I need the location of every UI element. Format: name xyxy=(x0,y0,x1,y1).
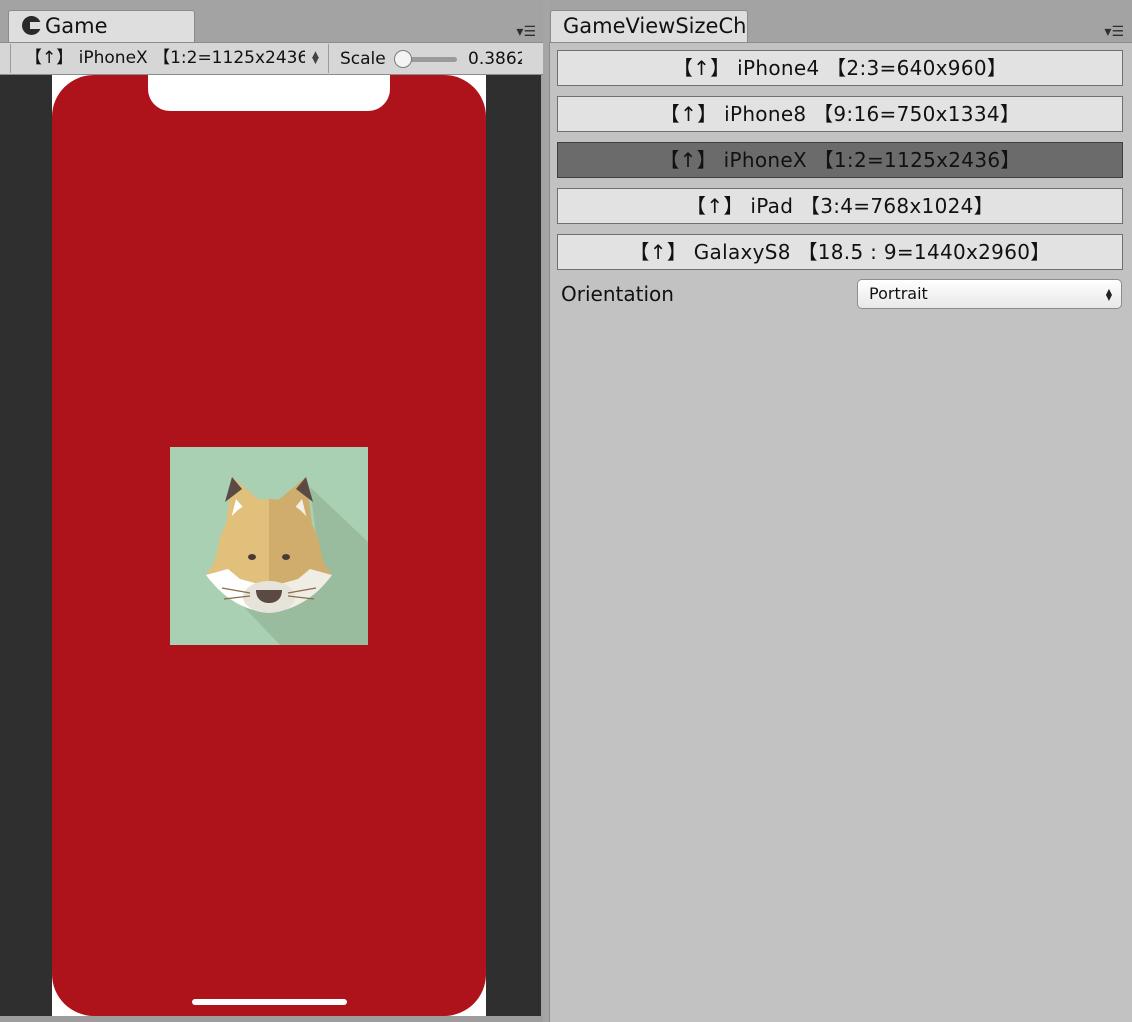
preset-button-iphonex[interactable]: 【↑】 iPhoneX 【1:2=1125x2436】 xyxy=(557,142,1123,178)
fox-face-icon xyxy=(170,447,368,645)
size-changer-content: 【↑】 iPhone4 【2:3=640x960】 【↑】 iPhone8 【9… xyxy=(549,42,1132,1022)
panel-menu-icon[interactable]: ▾☰ xyxy=(1096,25,1124,39)
scale-label: Scale xyxy=(340,49,386,69)
game-view[interactable] xyxy=(0,75,541,1016)
device-frame xyxy=(52,75,486,1016)
orientation-select[interactable]: Portrait ▲ ▼ xyxy=(857,279,1122,309)
dropdown-arrows-icon: ▲ ▼ xyxy=(312,50,319,66)
tab-game-label: Game xyxy=(45,14,108,38)
scale-slider-thumb[interactable] xyxy=(394,50,412,68)
game-tab-bar: Game ▾☰ xyxy=(0,0,543,43)
tab-game[interactable]: Game xyxy=(8,10,195,43)
panel-menu-icon[interactable]: ▾☰ xyxy=(508,25,536,39)
tab-size-changer-label: GameViewSizeChanger xyxy=(563,14,747,38)
resolution-dropdown-label: 【↑】 iPhoneX 【1:2=1125x2436】 xyxy=(25,48,305,68)
game-toolbar: 【↑】 iPhoneX 【1:2=1125x2436】 ▲ ▼ Scale 0.3… xyxy=(0,42,543,75)
orientation-label: Orientation xyxy=(561,282,674,306)
preset-button-galaxys8[interactable]: 【↑】 GalaxyS8 【18.5 : 9=1440x2960】 xyxy=(557,234,1123,270)
preset-button-ipad[interactable]: 【↑】 iPad 【3:4=768x1024】 xyxy=(557,188,1123,224)
device-notch xyxy=(148,75,390,111)
preset-button-iphone4[interactable]: 【↑】 iPhone4 【2:3=640x960】 xyxy=(557,50,1123,86)
orientation-select-value: Portrait xyxy=(869,284,928,303)
select-arrows-icon: ▲ ▼ xyxy=(1105,287,1112,302)
home-indicator xyxy=(192,999,347,1005)
preset-button-iphone8[interactable]: 【↑】 iPhone8 【9:16=750x1334】 xyxy=(557,96,1123,132)
size-changer-window: GameViewSizeChanger ▾☰ 【↑】 iPhone4 【2:3=… xyxy=(549,0,1132,1022)
game-status-strip xyxy=(0,1016,543,1022)
game-controller-icon xyxy=(22,16,41,35)
scale-value: 0.3862 xyxy=(468,49,522,69)
game-window: Game ▾☰ 【↑】 iPhoneX 【1:2=1125x2436】 ▲ ▼ S… xyxy=(0,0,543,1022)
resolution-dropdown[interactable]: 【↑】 iPhoneX 【1:2=1125x2436】 ▲ ▼ xyxy=(10,44,329,73)
tab-size-changer[interactable]: GameViewSizeChanger xyxy=(550,10,748,43)
